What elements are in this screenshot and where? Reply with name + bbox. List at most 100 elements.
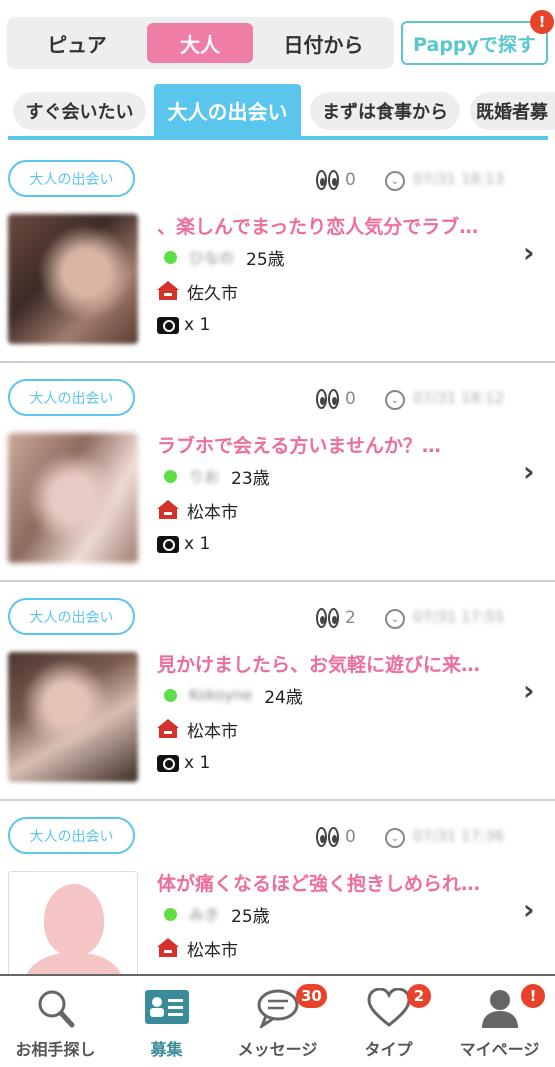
post-title[interactable]: 体が痛くなるほど強く抱きしめられ… (157, 869, 522, 896)
alert-badge: ! (530, 10, 554, 34)
post-date: 07/31 18:13 (413, 170, 505, 188)
user-age: 25歳 (246, 249, 285, 270)
online-status-icon (164, 250, 177, 264)
chevron-right-icon[interactable]: › (523, 674, 535, 707)
post-card[interactable]: 大人の出会い 0 ⌄ 07/31 18:13 、楽しんでまったり恋人気分でラブ…… (0, 144, 555, 363)
home-icon (157, 281, 179, 301)
photo-count-value: x 1 (184, 315, 211, 335)
app-screen: ピュア 大人 日付から Pappyで探す ! すぐ会いたい 大人の出会い まずは… (0, 0, 555, 1067)
clock-icon: ⌄ (385, 390, 405, 410)
nav-recruit-label: 募集 (150, 1040, 183, 1059)
camera-icon (157, 535, 179, 553)
bottom-nav: お相手探し 募集 30 メッセージ 2 タイプ ! マイページ (0, 974, 555, 1067)
view-count-value: 0 (345, 170, 356, 190)
user-photo[interactable] (8, 433, 138, 563)
post-date: 07/31 18:12 (413, 389, 505, 407)
user-nickname: Kokoyne (189, 686, 253, 704)
user-photo[interactable] (8, 652, 138, 782)
post-title[interactable]: 、楽しんでまったり恋人気分でラブ… (157, 212, 522, 239)
tab-meet-now[interactable]: すぐ会いたい (13, 92, 146, 130)
nav-messages-label: メッセージ (237, 1040, 318, 1059)
online-status-icon (164, 688, 177, 702)
user-icon (482, 990, 518, 1028)
mypage-alert-badge: ! (521, 984, 545, 1008)
photo-count-value: x 1 (184, 753, 211, 773)
top-bar: ピュア 大人 日付から Pappyで探す ! (0, 0, 555, 84)
user-age: 24歳 (264, 687, 303, 708)
nav-mypage-label: マイページ (459, 1040, 540, 1059)
user-nickname: ひなの (189, 248, 235, 267)
post-card[interactable]: 大人の出会い 2 ⌄ 07/31 17:55 見かけましたら、お気軽に遊びに来…… (0, 582, 555, 801)
mode-segmented-control: ピュア 大人 日付から (7, 17, 394, 69)
segment-pure[interactable]: ピュア (7, 23, 147, 63)
eyes-icon (316, 170, 339, 190)
clock-icon: ⌄ (385, 828, 405, 848)
city-name: 佐久市 (187, 283, 238, 304)
view-count-value: 2 (345, 608, 356, 628)
chevron-right-icon[interactable]: › (523, 455, 535, 488)
photo-count-value: x 1 (184, 534, 211, 554)
eyes-icon (316, 389, 339, 409)
tab-married[interactable]: 既婚者募 (470, 92, 555, 130)
user-age: 25歳 (231, 906, 270, 927)
user-info: ひなの 25歳 (157, 245, 285, 270)
post-date: 07/31 17:55 (413, 608, 505, 626)
chevron-right-icon[interactable]: › (523, 236, 535, 269)
segment-by-date[interactable]: 日付から (253, 23, 394, 63)
view-count-value: 0 (345, 827, 356, 847)
nav-type[interactable]: 2 タイプ (333, 976, 444, 1067)
user-location: 松本市 (157, 498, 238, 523)
view-count: 2 (316, 606, 356, 630)
camera-icon (157, 754, 179, 772)
view-count: 0 (316, 387, 356, 411)
online-status-icon (164, 907, 177, 921)
online-status-icon (164, 469, 177, 483)
post-title[interactable]: ラブホで会える方いませんか？… (157, 431, 522, 458)
eyes-icon (316, 827, 339, 847)
user-info: りお 23歳 (157, 464, 270, 489)
user-location: 松本市 (157, 936, 238, 961)
user-location: 佐久市 (157, 279, 238, 304)
user-nickname: りお (189, 467, 220, 486)
tab-adult-meeting[interactable]: 大人の出会い (154, 84, 301, 136)
photo-count: x 1 (157, 751, 210, 775)
nav-type-label: タイプ (364, 1040, 413, 1059)
nav-search-label: お相手探し (15, 1040, 96, 1059)
message-count-badge: 30 (296, 984, 327, 1008)
nav-recruit[interactable]: 募集 (111, 976, 222, 1067)
avatar-head-shape (44, 884, 104, 956)
nav-messages[interactable]: 30 メッセージ (222, 976, 333, 1067)
search-icon (38, 990, 75, 1028)
user-location: 松本市 (157, 717, 238, 742)
post-title[interactable]: 見かけましたら、お気軽に遊びに来… (157, 650, 522, 677)
user-age: 23歳 (231, 468, 270, 489)
chevron-right-icon[interactable]: › (523, 893, 535, 926)
city-name: 松本市 (187, 940, 238, 961)
home-icon (157, 500, 179, 520)
home-icon (157, 719, 179, 739)
type-count-badge: 2 (407, 984, 431, 1008)
photo-count: x 1 (157, 313, 210, 337)
city-name: 松本市 (187, 502, 238, 523)
segment-adult[interactable]: 大人 (147, 23, 253, 63)
nav-search[interactable]: お相手探し (0, 976, 111, 1067)
user-photo[interactable] (8, 214, 138, 344)
tab-underline (8, 136, 548, 140)
clock-icon: ⌄ (385, 609, 405, 629)
user-info: Kokoyne 24歳 (157, 683, 303, 708)
pappy-search-button[interactable]: Pappyで探す (401, 21, 548, 65)
camera-icon (157, 316, 179, 334)
user-nickname: みき (189, 905, 220, 924)
chat-icon (257, 989, 299, 1028)
home-icon (157, 938, 179, 958)
post-date: 07/31 17:36 (413, 827, 505, 845)
view-count: 0 (316, 825, 356, 849)
category-tag: 大人の出会い (8, 817, 135, 854)
eyes-icon (316, 608, 339, 628)
nav-mypage[interactable]: ! マイページ (444, 976, 555, 1067)
city-name: 松本市 (187, 721, 238, 742)
tab-meal-first[interactable]: まずは食事から (310, 92, 460, 130)
post-card[interactable]: 大人の出会い 0 ⌄ 07/31 18:12 ラブホで会える方いませんか？… り… (0, 363, 555, 582)
view-count-value: 0 (345, 389, 356, 409)
category-tag: 大人の出会い (8, 160, 135, 197)
